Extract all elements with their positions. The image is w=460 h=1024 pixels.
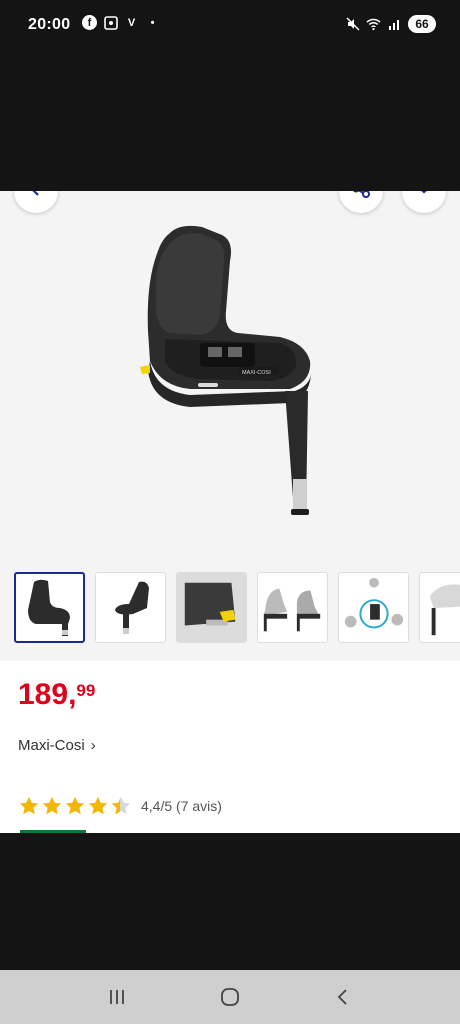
facebook-icon: f [82,15,97,30]
dimmed-overlay-top [0,52,460,191]
home-icon[interactable] [210,977,250,1017]
battery-indicator: 66 [408,15,436,33]
mute-icon [345,17,360,32]
back-icon[interactable] [323,977,363,1017]
product-gallery: MAXI-COSI [0,191,460,661]
recent-apps-icon[interactable] [97,977,137,1017]
dot-icon: • [150,16,155,29]
status-time: 20:00 [28,16,71,33]
signal-icon [387,17,402,32]
price-integer: 189 [18,678,69,711]
brand-link[interactable]: Maxi-Cosi › [18,737,96,754]
price-comma: , [68,678,77,711]
thumbnail-3[interactable] [176,572,247,643]
star-icon [42,796,62,815]
status-right-icons: 66 [345,15,436,33]
share-icon [351,191,371,204]
chevron-right-icon: › [90,737,96,754]
star-icon [88,796,108,815]
price-decimals: 99 [76,681,96,700]
back-button[interactable] [14,191,58,213]
heart-icon [413,191,435,204]
status-bar: 20:00 f V • 66 [0,0,460,52]
wifi-icon [366,17,381,32]
back-arrow-icon [27,191,45,203]
star-icon [65,796,85,815]
status-left-icons: f V • [82,15,160,30]
svg-text:MAXI-COSI: MAXI-COSI [242,370,271,376]
thumbnail-4[interactable] [257,572,328,643]
screenshot-icon [103,15,118,30]
favorite-button[interactable] [402,191,446,213]
thumbnail-2[interactable] [95,572,166,643]
rating-text: 4,4/5 (7 avis) [141,798,222,814]
thumbnail-6[interactable] [419,572,460,643]
product-rating[interactable]: 4,4/5 (7 avis) [18,795,222,817]
brand-name: Maxi-Cosi [18,737,85,754]
star-icon [19,796,39,815]
product-main-image[interactable]: MAXI-COSI [130,221,340,531]
dimmed-overlay-bottom [0,833,460,970]
thumbnail-1[interactable] [14,572,85,643]
thumbnail-strip [14,572,460,643]
navigation-bar [0,970,460,1024]
thumbnail-5[interactable] [338,572,409,643]
product-price: 189 , 99 [18,679,95,711]
product-info: 189 , 99 Maxi-Cosi › 4,4/5 (7 avis) [0,661,460,833]
star-half-icon [111,796,131,815]
share-button[interactable] [339,191,383,213]
v-app-icon: V [127,16,136,29]
